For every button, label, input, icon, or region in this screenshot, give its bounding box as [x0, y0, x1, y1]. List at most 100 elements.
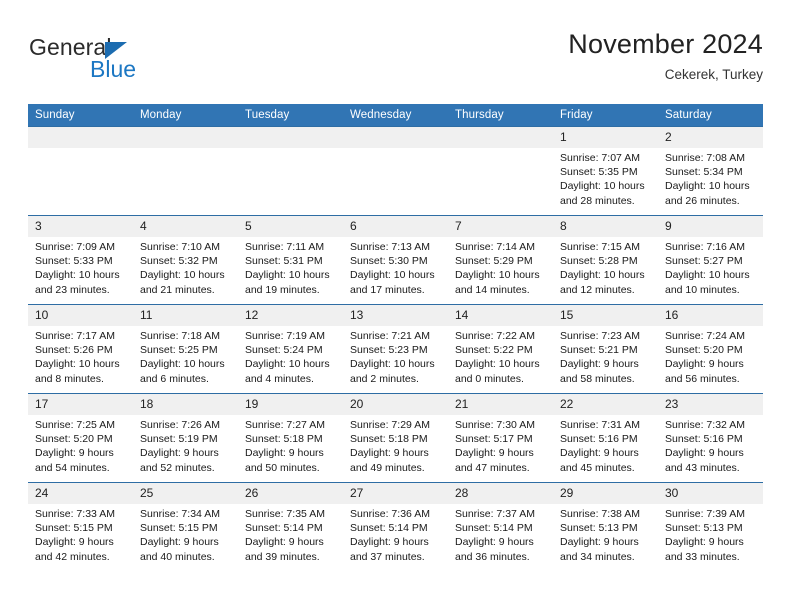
sunset-time: Sunset: 5:28 PM: [560, 255, 638, 268]
general-blue-logo[interactable]: General Blue: [29, 34, 209, 90]
day-sun-info: Sunrise: 7:17 AM Sunset: 5:26 PM Daylight:…: [28, 326, 133, 386]
calendar-day-cell[interactable]: 13 Sunrise: 7:21 AM Sunset: 5:23 PM Dayligh…: [343, 304, 448, 394]
daylight-duration-line1: Daylight: 9 hours: [665, 536, 744, 549]
calendar-day-cell[interactable]: 26 Sunrise: 7:35 AM Sunset: 5:14 PM Dayligh…: [238, 482, 343, 571]
calendar-day-cell[interactable]: 25 Sunrise: 7:34 AM Sunset: 5:15 PM Dayligh…: [133, 482, 238, 571]
day-sun-info: Sunrise: 7:32 AM Sunset: 5:16 PM Daylight:…: [658, 415, 763, 475]
sunset-time: Sunset: 5:23 PM: [350, 344, 428, 357]
calendar-day-cell[interactable]: 11 Sunrise: 7:18 AM Sunset: 5:25 PM Dayligh…: [133, 304, 238, 394]
calendar-day-cell[interactable]: 29 Sunrise: 7:38 AM Sunset: 5:13 PM Dayligh…: [553, 482, 658, 571]
weekday-header-friday: Friday: [553, 104, 658, 127]
sunrise-time: Sunrise: 7:09 AM: [35, 241, 115, 253]
daylight-duration-line1: Daylight: 10 hours: [455, 269, 540, 282]
day-number: 20: [343, 394, 448, 415]
calendar-day-cell[interactable]: 16 Sunrise: 7:24 AM Sunset: 5:20 PM Dayligh…: [658, 304, 763, 394]
daylight-duration-line1: Daylight: 10 hours: [245, 358, 330, 371]
page-header: General Blue November 2024 Cekerek, Turk…: [28, 28, 763, 96]
calendar-day-cell[interactable]: 8 Sunrise: 7:15 AM Sunset: 5:28 PM Daylight…: [553, 215, 658, 305]
day-sun-info: Sunrise: 7:30 AM Sunset: 5:17 PM Daylight:…: [448, 415, 553, 475]
sunset-time: Sunset: 5:33 PM: [35, 255, 113, 268]
day-sun-info: Sunrise: 7:09 AM Sunset: 5:33 PM Daylight:…: [28, 237, 133, 297]
page-subtitle: Cekerek, Turkey: [664, 67, 763, 82]
day-sun-info: Sunrise: 7:37 AM Sunset: 5:14 PM Daylight:…: [448, 504, 553, 564]
calendar-day-cell[interactable]: 19 Sunrise: 7:27 AM Sunset: 5:18 PM Dayligh…: [238, 393, 343, 483]
calendar-day-cell[interactable]: 21 Sunrise: 7:30 AM Sunset: 5:17 PM Dayligh…: [448, 393, 553, 483]
calendar-day-cell[interactable]: 14 Sunrise: 7:22 AM Sunset: 5:22 PM Dayligh…: [448, 304, 553, 394]
calendar-header-row: Sunday Monday Tuesday Wednesday Thursday Frid…: [28, 104, 763, 127]
calendar-day-cell[interactable]: 5 Sunrise: 7:11 AM Sunset: 5:31 PM Daylight…: [238, 215, 343, 305]
title-block: November 2024 Cekerek, Turkey: [568, 28, 763, 85]
calendar-day-cell[interactable]: 27 Sunrise: 7:36 AM Sunset: 5:14 PM Dayligh…: [343, 482, 448, 571]
calendar-day-cell[interactable]: 20 Sunrise: 7:29 AM Sunset: 5:18 PM Dayligh…: [343, 393, 448, 483]
sunrise-time: Sunrise: 7:39 AM: [665, 508, 745, 520]
day-number: 22: [553, 394, 658, 415]
sunrise-time: Sunrise: 7:08 AM: [665, 152, 745, 164]
calendar-day-cell[interactable]: 30 Sunrise: 7:39 AM Sunset: 5:13 PM Dayligh…: [658, 482, 763, 571]
sunset-time: Sunset: 5:25 PM: [140, 344, 218, 357]
sunrise-time: Sunrise: 7:31 AM: [560, 419, 640, 431]
calendar-day-cell[interactable]: 10 Sunrise: 7:17 AM Sunset: 5:26 PM Dayligh…: [28, 304, 133, 394]
sunset-time: Sunset: 5:14 PM: [245, 522, 323, 535]
sunset-time: Sunset: 5:31 PM: [245, 255, 323, 268]
day-sun-info: Sunrise: 7:08 AM Sunset: 5:34 PM Daylight:…: [658, 148, 763, 208]
sunrise-time: Sunrise: 7:18 AM: [140, 330, 220, 342]
sunset-time: Sunset: 5:17 PM: [455, 433, 533, 446]
calendar-day-cell-empty: [238, 126, 343, 216]
calendar-day-cell[interactable]: 7 Sunrise: 7:14 AM Sunset: 5:29 PM Daylight…: [448, 215, 553, 305]
calendar-day-cell[interactable]: 9 Sunrise: 7:16 AM Sunset: 5:27 PM Daylight…: [658, 215, 763, 305]
daylight-duration-line1: Daylight: 10 hours: [560, 269, 645, 282]
daylight-duration-line1: Daylight: 10 hours: [560, 180, 645, 193]
calendar-day-cell[interactable]: 24 Sunrise: 7:33 AM Sunset: 5:15 PM Dayligh…: [28, 482, 133, 571]
calendar-day-cell[interactable]: 4 Sunrise: 7:10 AM Sunset: 5:32 PM Daylight…: [133, 215, 238, 305]
sunrise-time: Sunrise: 7:33 AM: [35, 508, 115, 520]
calendar-day-cell[interactable]: 17 Sunrise: 7:25 AM Sunset: 5:20 PM Dayligh…: [28, 393, 133, 483]
sunset-time: Sunset: 5:32 PM: [140, 255, 218, 268]
weekday-header-saturday: Saturday: [658, 104, 763, 127]
calendar-day-cell-empty: [343, 126, 448, 216]
day-number: 30: [658, 483, 763, 504]
sunset-time: Sunset: 5:16 PM: [665, 433, 743, 446]
sunset-time: Sunset: 5:14 PM: [350, 522, 428, 535]
daylight-duration-line2: and 10 minutes.: [665, 283, 740, 296]
calendar-day-cell[interactable]: 28 Sunrise: 7:37 AM Sunset: 5:14 PM Dayligh…: [448, 482, 553, 571]
day-sun-info: Sunrise: 7:11 AM Sunset: 5:31 PM Daylight:…: [238, 237, 343, 297]
daylight-duration-line1: Daylight: 10 hours: [35, 358, 120, 371]
day-number: 24: [28, 483, 133, 504]
calendar-day-cell[interactable]: 18 Sunrise: 7:26 AM Sunset: 5:19 PM Dayligh…: [133, 393, 238, 483]
day-sun-info: Sunrise: 7:36 AM Sunset: 5:14 PM Daylight:…: [343, 504, 448, 564]
daylight-duration-line2: and 34 minutes.: [560, 550, 635, 563]
calendar-day-cell[interactable]: 12 Sunrise: 7:19 AM Sunset: 5:24 PM Dayligh…: [238, 304, 343, 394]
weekday-header-thursday: Thursday: [448, 104, 553, 127]
day-sun-info: Sunrise: 7:39 AM Sunset: 5:13 PM Daylight:…: [658, 504, 763, 564]
day-sun-info: Sunrise: 7:21 AM Sunset: 5:23 PM Daylight:…: [343, 326, 448, 386]
daylight-duration-line1: Daylight: 10 hours: [140, 358, 225, 371]
daylight-duration-line1: Daylight: 10 hours: [350, 269, 435, 282]
day-number: 23: [658, 394, 763, 415]
sunset-time: Sunset: 5:21 PM: [560, 344, 638, 357]
sunrise-time: Sunrise: 7:16 AM: [665, 241, 745, 253]
calendar-week-row: 1 Sunrise: 7:07 AM Sunset: 5:35 PM Daylight…: [28, 126, 763, 216]
sunrise-time: Sunrise: 7:27 AM: [245, 419, 325, 431]
day-number: 2: [658, 127, 763, 148]
calendar-day-cell[interactable]: 3 Sunrise: 7:09 AM Sunset: 5:33 PM Daylight…: [28, 215, 133, 305]
sunset-time: Sunset: 5:24 PM: [245, 344, 323, 357]
daylight-duration-line2: and 54 minutes.: [35, 461, 110, 474]
daylight-duration-line1: Daylight: 9 hours: [560, 358, 639, 371]
calendar-day-cell-empty: [28, 126, 133, 216]
day-number: 25: [133, 483, 238, 504]
calendar-week-row: 17 Sunrise: 7:25 AM Sunset: 5:20 PM Dayligh…: [28, 393, 763, 483]
calendar-day-cell[interactable]: 6 Sunrise: 7:13 AM Sunset: 5:30 PM Daylight…: [343, 215, 448, 305]
daylight-duration-line2: and 8 minutes.: [35, 372, 104, 385]
calendar-day-cell[interactable]: 1 Sunrise: 7:07 AM Sunset: 5:35 PM Daylight…: [553, 126, 658, 216]
day-number: 16: [658, 305, 763, 326]
calendar-day-cell[interactable]: 15 Sunrise: 7:23 AM Sunset: 5:21 PM Dayligh…: [553, 304, 658, 394]
day-sun-info: Sunrise: 7:27 AM Sunset: 5:18 PM Daylight:…: [238, 415, 343, 475]
daylight-duration-line1: Daylight: 9 hours: [35, 536, 114, 549]
calendar-day-cell[interactable]: 23 Sunrise: 7:32 AM Sunset: 5:16 PM Dayligh…: [658, 393, 763, 483]
day-number: 15: [553, 305, 658, 326]
day-sun-info: Sunrise: 7:10 AM Sunset: 5:32 PM Daylight:…: [133, 237, 238, 297]
calendar-day-cell[interactable]: 22 Sunrise: 7:31 AM Sunset: 5:16 PM Dayligh…: [553, 393, 658, 483]
weekday-header-sunday: Sunday: [28, 104, 133, 127]
calendar-day-cell[interactable]: 2 Sunrise: 7:08 AM Sunset: 5:34 PM Daylight…: [658, 126, 763, 216]
day-number: 10: [28, 305, 133, 326]
